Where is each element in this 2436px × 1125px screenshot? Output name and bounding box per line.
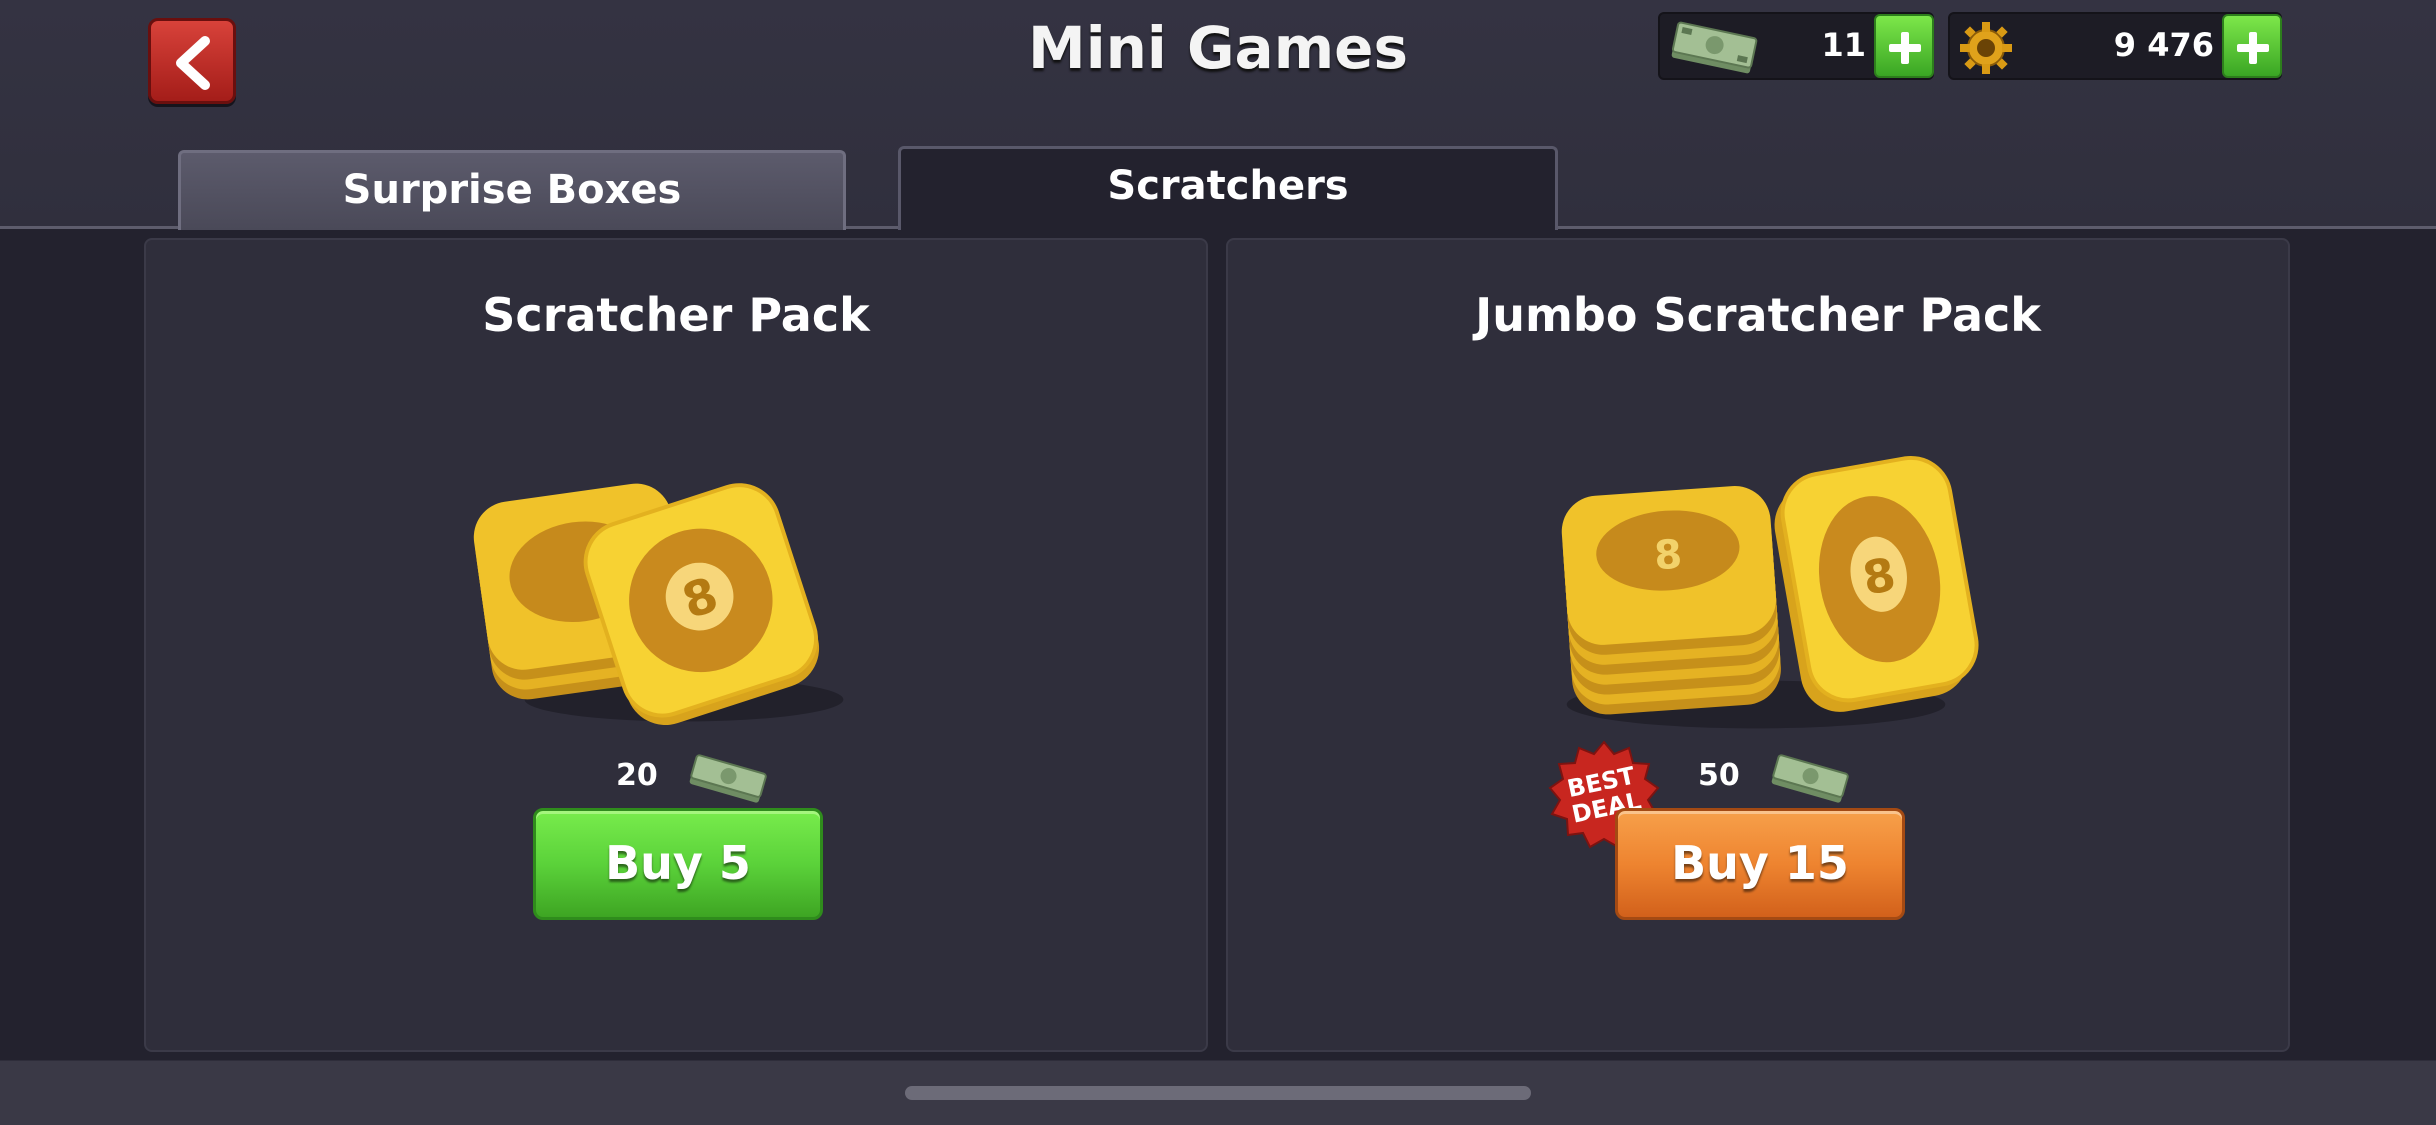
jumbo-scratcher-pack-card: Jumbo Scratcher Pack 8 8 BEST DEAL 50 Bu… bbox=[1226, 238, 2290, 1052]
cash-balance: 11 bbox=[1658, 12, 1934, 80]
add-coins-button[interactable] bbox=[2222, 14, 2282, 78]
mini-games-screen: Mini Games 11 9 476 Surprise Boxes Scrat… bbox=[0, 0, 2436, 1125]
scratcher-cards-icon: 8 bbox=[473, 483, 844, 726]
buy-jumbo-scratcher-pack-button[interactable]: Buy 15 bbox=[1615, 808, 1905, 920]
cash-icon bbox=[1671, 21, 1758, 74]
pack-title: Scratcher Pack bbox=[482, 288, 870, 342]
svg-text:8: 8 bbox=[1653, 532, 1684, 580]
buy-scratcher-pack-button[interactable]: Buy 5 bbox=[533, 808, 823, 920]
add-cash-button[interactable] bbox=[1874, 14, 1934, 78]
cash-icon bbox=[689, 754, 767, 803]
pack-title: Jumbo Scratcher Pack bbox=[1475, 288, 2041, 342]
tab-surprise-boxes[interactable]: Surprise Boxes bbox=[178, 150, 846, 230]
active-tab-gap bbox=[901, 226, 1555, 229]
coins-amount: 9 476 bbox=[2113, 26, 2214, 64]
tab-scratchers[interactable]: Scratchers bbox=[898, 146, 1558, 230]
pack-price: 50 bbox=[1698, 758, 1740, 793]
cash-icon bbox=[1771, 754, 1849, 803]
jumbo-scratcher-cards-icon: 8 8 bbox=[1561, 455, 1979, 729]
pack-price: 20 bbox=[616, 758, 658, 793]
home-indicator[interactable] bbox=[905, 1086, 1531, 1100]
cash-amount: 11 bbox=[1821, 26, 1866, 64]
scratcher-pack-card: Scratcher Pack 8 20 Buy 5 bbox=[144, 238, 1208, 1052]
coins-balance: 9 476 bbox=[1948, 12, 2282, 80]
coins-gear-icon bbox=[1960, 22, 2012, 74]
